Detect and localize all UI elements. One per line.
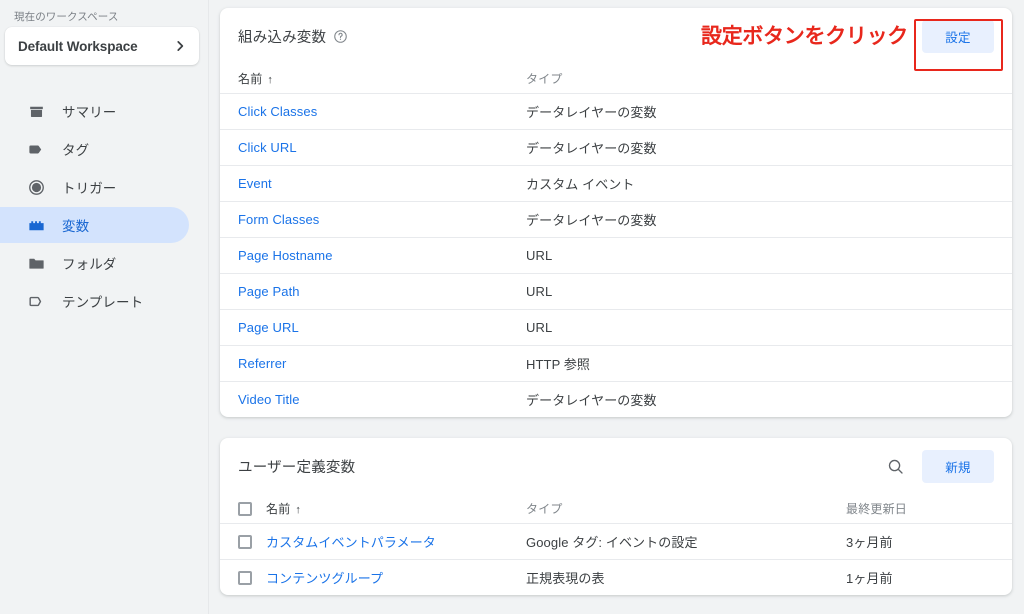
sidebar-item-templates[interactable]: テンプレート [0, 283, 189, 319]
chevron-right-icon [173, 39, 187, 53]
variable-name-link[interactable]: Click Classes [238, 104, 317, 119]
sidebar-item-label: フォルダ [62, 257, 117, 272]
table-row[interactable]: Click URL データレイヤーの変数 [220, 129, 1012, 165]
sidebar: 現在のワークスペース Default Workspace サマリー タグ トリガ… [0, 0, 209, 614]
column-header-name-label: 名前 [266, 501, 291, 516]
variable-name-link[interactable]: カスタムイベントパラメータ [266, 535, 436, 550]
variable-name-link[interactable]: Click URL [238, 140, 297, 155]
user-defined-card-header: ユーザー定義変数 新規 [220, 438, 1012, 494]
sidebar-item-label: タグ [62, 143, 90, 158]
annotation-text: 設定ボタンをクリック [701, 24, 908, 48]
main-content: 組み込み変数 設定ボタンをクリック 設定 名前 ↑ タイプ Click Clas… [209, 0, 1024, 614]
table-row[interactable]: コンテンツグループ 正規表現の表 1ヶ月前 [220, 559, 1012, 595]
variable-type: データレイヤーの変数 [526, 392, 657, 408]
user-defined-card-title: ユーザー定義変数 [238, 459, 356, 476]
table-row[interactable]: Click Classes データレイヤーの変数 [220, 93, 1012, 129]
builtin-variables-table: 名前 ↑ タイプ Click Classes データレイヤーの変数 Click U… [220, 64, 1012, 417]
variable-type: カスタム イベント [526, 176, 635, 192]
column-header-type-label: タイプ [526, 71, 563, 86]
sidebar-item-label: テンプレート [62, 295, 144, 310]
row-select-cell[interactable] [220, 559, 266, 595]
variable-icon [26, 215, 46, 235]
variable-type: 正規表現の表 [526, 570, 605, 586]
sort-ascending-icon: ↑ [267, 73, 274, 86]
gtm-variables-page: 現在のワークスペース Default Workspace サマリー タグ トリガ… [0, 0, 1024, 614]
workspace-selector[interactable]: Default Workspace [5, 27, 199, 65]
table-header-row: 名前 ↑ タイプ [220, 64, 1012, 94]
sidebar-item-folders[interactable]: フォルダ [0, 245, 189, 281]
column-header-name-label: 名前 [238, 71, 263, 86]
variable-name-link[interactable]: Event [238, 176, 272, 191]
variable-type: URL [526, 283, 553, 299]
folder-icon [26, 253, 46, 273]
tag-icon [26, 139, 46, 159]
column-header-name[interactable]: 名前 ↑ [266, 494, 526, 524]
column-header-type[interactable]: タイプ [526, 494, 846, 524]
column-header-last-updated[interactable]: 最終更新日 [846, 494, 1012, 524]
sidebar-item-label: サマリー [62, 105, 117, 120]
sort-ascending-icon: ↑ [295, 503, 302, 516]
table-row[interactable]: Video Title データレイヤーの変数 [220, 381, 1012, 417]
sidebar-nav: サマリー タグ トリガー 変数 フォルダ テンプレート [0, 93, 209, 321]
sidebar-item-label: トリガー [62, 181, 117, 196]
column-header-type-label: タイプ [526, 501, 563, 516]
table-header-row: 名前 ↑ タイプ 最終更新日 [220, 494, 1012, 524]
table-row[interactable]: Form Classes データレイヤーの変数 [220, 201, 1012, 237]
column-header-name[interactable]: 名前 ↑ [220, 64, 526, 94]
sidebar-item-triggers[interactable]: トリガー [0, 169, 189, 205]
variable-type: Google タグ: イベントの設定 [526, 534, 698, 550]
table-row[interactable]: Page URL URL [220, 309, 1012, 345]
user-defined-variables-rows: カスタムイベントパラメータ Google タグ: イベントの設定 3ヶ月前 コン… [220, 523, 1012, 595]
help-circle-icon[interactable] [333, 29, 348, 44]
variable-name-link[interactable]: Page Hostname [238, 248, 333, 263]
sidebar-item-variables[interactable]: 変数 [0, 207, 189, 243]
variable-name-link[interactable]: Page URL [238, 320, 299, 335]
search-icon[interactable] [884, 455, 906, 477]
new-variable-button[interactable]: 新規 [922, 449, 994, 483]
variable-name-link[interactable]: Referrer [238, 356, 286, 371]
variable-type: データレイヤーの変数 [526, 104, 657, 120]
variable-type: URL [526, 247, 553, 263]
variable-type: データレイヤーの変数 [526, 212, 657, 228]
variable-type: データレイヤーの変数 [526, 140, 657, 156]
table-row[interactable]: Page Path URL [220, 273, 1012, 309]
select-all-checkbox[interactable] [238, 501, 252, 516]
sidebar-item-tags[interactable]: タグ [0, 131, 189, 167]
variable-last-updated: 1ヶ月前 [846, 570, 893, 586]
variable-name-link[interactable]: Page Path [238, 284, 300, 299]
builtin-card-title: 組み込み変数 [238, 29, 327, 46]
builtin-card-header: 組み込み変数 設定ボタンをクリック 設定 [220, 8, 1012, 71]
sidebar-item-label: 変数 [62, 219, 90, 234]
variable-name-link[interactable]: コンテンツグループ [266, 571, 383, 586]
select-all-header[interactable] [220, 494, 266, 524]
user-defined-variables-table: 名前 ↑ タイプ 最終更新日 カスタムイベントパラメータ Google タグ: … [220, 494, 1012, 595]
user-defined-variables-card: ユーザー定義変数 新規 名前 ↑ タイプ 最終更新日 カスタムイベントパラメータ… [220, 438, 1012, 595]
variable-type: URL [526, 319, 553, 335]
sidebar-item-summary[interactable]: サマリー [0, 93, 189, 129]
workspace-name: Default Workspace [18, 38, 138, 54]
trigger-icon [26, 177, 46, 197]
column-header-type[interactable]: タイプ [526, 64, 1012, 94]
variable-name-link[interactable]: Video Title [238, 392, 300, 407]
template-icon [26, 291, 46, 311]
row-checkbox[interactable] [238, 571, 252, 586]
builtin-variables-rows: Click Classes データレイヤーの変数 Click URL データレイ… [220, 93, 1012, 417]
variable-name-link[interactable]: Form Classes [238, 212, 319, 227]
builtin-variables-card: 組み込み変数 設定ボタンをクリック 設定 名前 ↑ タイプ Click Clas… [220, 8, 1012, 417]
row-select-cell[interactable] [220, 523, 266, 559]
row-checkbox[interactable] [238, 534, 252, 549]
column-header-last-updated-label: 最終更新日 [846, 501, 908, 516]
variable-type: HTTP 参照 [526, 356, 591, 372]
table-row[interactable]: Event カスタム イベント [220, 165, 1012, 201]
table-row[interactable]: Page Hostname URL [220, 237, 1012, 273]
workspace-label: 現在のワークスペース [14, 11, 119, 23]
configure-button[interactable]: 設定 [922, 19, 994, 53]
table-row[interactable]: カスタムイベントパラメータ Google タグ: イベントの設定 3ヶ月前 [220, 523, 1012, 559]
table-row[interactable]: Referrer HTTP 参照 [220, 345, 1012, 381]
summary-icon [26, 101, 46, 121]
variable-last-updated: 3ヶ月前 [846, 534, 893, 550]
